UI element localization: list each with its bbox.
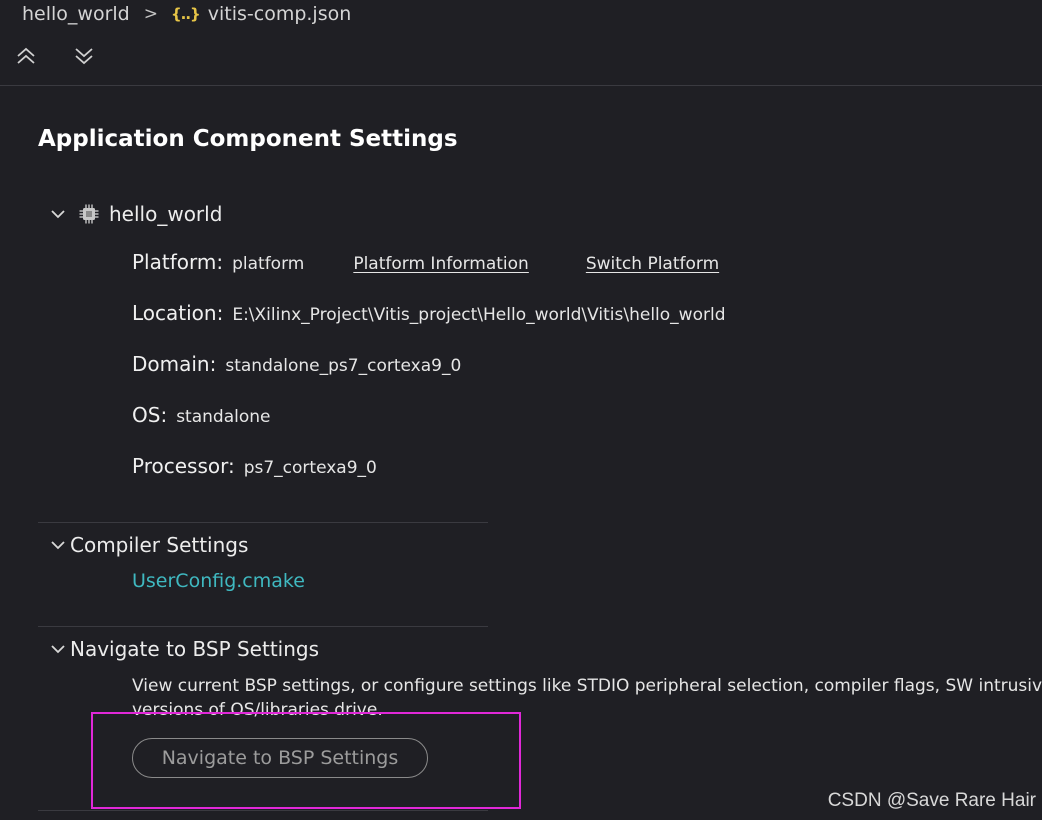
page-title: Application Component Settings [38, 126, 458, 152]
processor-label: Processor: [132, 454, 235, 478]
chevrons-down-icon [75, 48, 93, 65]
chevron-right-icon: > [143, 4, 158, 24]
domain-row: Domain: standalone_ps7_cortexa9_0 [132, 352, 461, 376]
breadcrumb-file[interactable]: vitis-comp.json [208, 3, 352, 25]
editor-toolbar [14, 44, 96, 68]
watermark: CSDN @Save Rare Hair [827, 790, 1036, 811]
expand-all-button[interactable] [72, 44, 96, 68]
breadcrumb-project[interactable]: hello_world [22, 3, 130, 25]
toolbar-divider [0, 85, 1042, 86]
location-row: Location: E:\Xilinx_Project\Vitis_projec… [132, 301, 726, 325]
processor-value: ps7_cortexa9_0 [243, 458, 377, 478]
location-value: E:\Xilinx_Project\Vitis_project\Hello_wo… [232, 305, 726, 325]
vitis-component-settings-page: hello_world > {..} vitis-comp.json Appli… [0, 0, 1042, 820]
chevron-down-icon[interactable] [48, 535, 68, 555]
domain-label: Domain: [132, 352, 217, 376]
section-divider [38, 810, 488, 811]
breadcrumb: hello_world > {..} vitis-comp.json [22, 0, 351, 28]
usercfg-cmake-link[interactable]: UserConfig.cmake [132, 570, 305, 592]
platform-value: platform [232, 254, 305, 274]
collapse-all-button[interactable] [14, 44, 38, 68]
chip-icon [78, 203, 100, 225]
bsp-description-line: View current BSP settings, or configure … [132, 676, 1042, 696]
component-header[interactable]: hello_world [48, 201, 222, 227]
compiler-settings-header[interactable]: Compiler Settings [48, 532, 248, 558]
domain-value: standalone_ps7_cortexa9_0 [225, 356, 462, 376]
os-value: standalone [176, 407, 271, 427]
processor-row: Processor: ps7_cortexa9_0 [132, 454, 377, 478]
chevron-down-icon[interactable] [48, 204, 68, 224]
platform-row: Platform: platform Platform Information … [132, 250, 719, 274]
bsp-settings-title[interactable]: Navigate to BSP Settings [70, 637, 319, 661]
chevrons-up-icon [17, 47, 35, 64]
chevron-down-icon[interactable] [48, 639, 68, 659]
component-name: hello_world [109, 202, 223, 226]
bsp-settings-header[interactable]: Navigate to BSP Settings [48, 636, 319, 662]
json-file-icon: {..} [170, 5, 201, 23]
annotation-highlight-box [91, 712, 521, 809]
platform-label: Platform: [132, 250, 224, 274]
compiler-settings-title[interactable]: Compiler Settings [70, 533, 248, 557]
location-label: Location: [132, 301, 224, 325]
platform-information-link[interactable]: Platform Information [353, 254, 529, 274]
section-divider [38, 626, 488, 627]
os-row: OS: standalone [132, 403, 270, 427]
section-divider [38, 522, 488, 523]
switch-platform-link[interactable]: Switch Platform [586, 254, 719, 274]
os-label: OS: [132, 403, 168, 427]
